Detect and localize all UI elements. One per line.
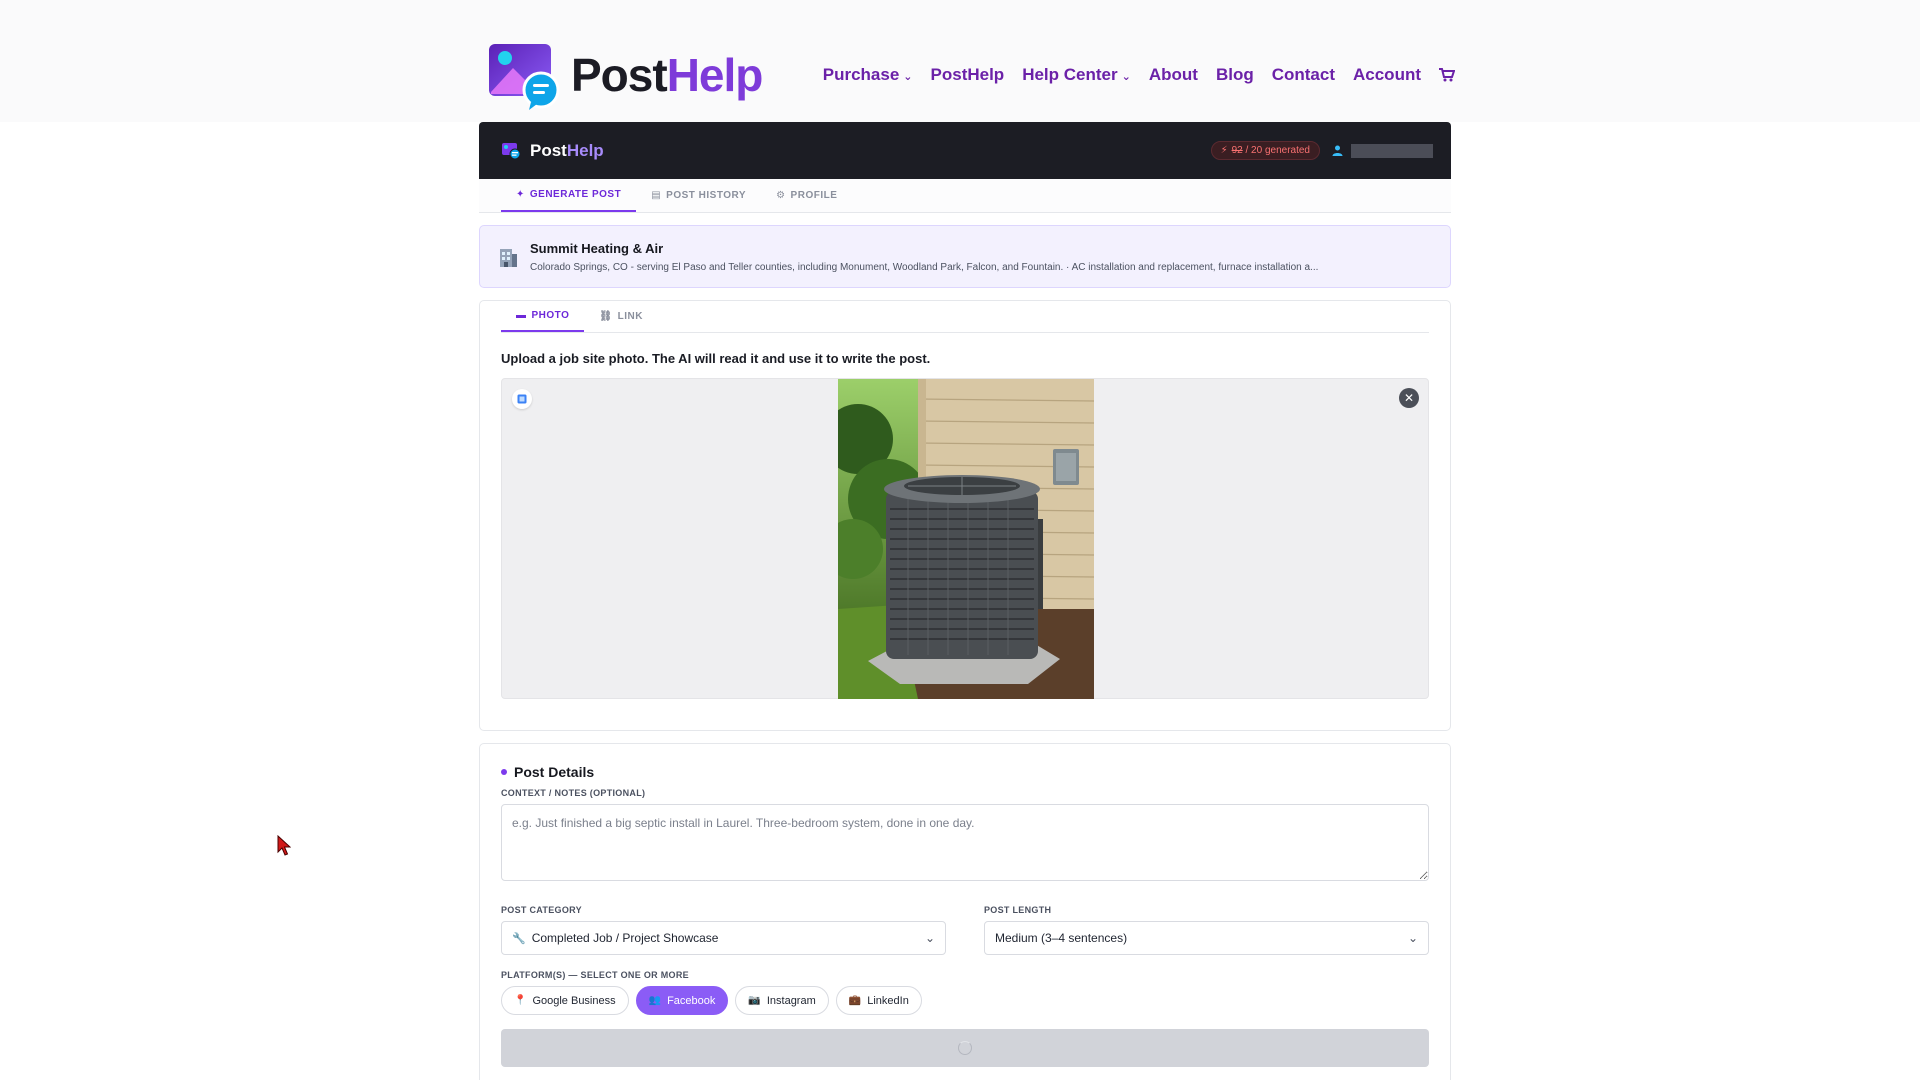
nav-blog[interactable]: Blog <box>1216 65 1254 85</box>
platform-instagram[interactable]: 📷 Instagram <box>735 986 829 1015</box>
bullet-dot-icon <box>501 769 507 775</box>
user-menu[interactable] <box>1332 143 1433 158</box>
nav-contact[interactable]: Contact <box>1272 65 1335 85</box>
tab-post-history[interactable]: ▤ Post History <box>636 179 761 212</box>
briefcase-icon: 💼 <box>848 995 862 1006</box>
context-notes-input[interactable] <box>501 804 1429 881</box>
user-name-redacted <box>1351 143 1433 158</box>
post-length-label: Post Length <box>984 905 1052 915</box>
building-icon <box>500 248 517 267</box>
chevron-down-icon: ⌄ <box>924 931 935 945</box>
platform-chips: 📍 Google Business 👥 Facebook 📷 Instagram 💼 L… <box>501 986 1429 1015</box>
business-name: Summit Heating & Air <box>530 240 664 256</box>
cart-icon[interactable] <box>1439 68 1455 82</box>
app-brand: PostHelp <box>501 141 604 161</box>
site-logo[interactable]: PostHelp <box>483 38 763 112</box>
nav-purchase[interactable]: Purchase ⌄ <box>823 65 913 85</box>
wrench-icon: 🔧 <box>512 932 526 945</box>
document-icon: ▤ <box>651 190 662 201</box>
nav-help-center[interactable]: Help Center ⌄ <box>1022 65 1131 85</box>
camera-icon: ▬ <box>516 310 527 321</box>
post-details-title: Post Details <box>501 764 1429 780</box>
app-tabs: ✦ Generate Post ▤ Post History ⚙ Profile <box>479 179 1451 213</box>
bolt-icon: ⚡ <box>1220 145 1228 156</box>
post-length-select[interactable]: Medium (3–4 sentences) ⌄ <box>984 921 1429 955</box>
tab-photo[interactable]: ▬ Photo <box>501 301 585 332</box>
platform-facebook[interactable]: 👥 Facebook <box>635 986 729 1015</box>
posthelp-app: PostHelp ⚡ 92 / 20 generated ✦ Generate P… <box>479 122 1451 1080</box>
photo-upload-area[interactable]: ✕ <box>501 378 1429 699</box>
chevron-down-icon: ⌄ <box>1121 70 1131 83</box>
main-nav: Purchase ⌄ PostHelp Help Center ⌄ About Bl… <box>823 65 1455 85</box>
app-bar: PostHelp ⚡ 92 / 20 generated <box>479 122 1451 179</box>
site-header: PostHelp Purchase ⌄ PostHelp Help Center ⌄… <box>483 30 1455 120</box>
ac-unit-photo <box>838 379 1094 699</box>
source-panel: ▬ Photo ⛓ Link Upload a job site photo. Th… <box>479 300 1451 731</box>
platform-google-business[interactable]: 📍 Google Business <box>501 986 629 1015</box>
tab-link[interactable]: ⛓ Link <box>584 301 658 332</box>
generate-post-button[interactable] <box>501 1029 1429 1067</box>
link-icon: ⛓ <box>599 311 613 322</box>
post-category-select[interactable]: 🔧 Completed Job / Project Showcase ⌄ <box>501 921 946 955</box>
post-details-panel: Post Details Context / Notes (optional) … <box>479 743 1451 1080</box>
tab-generate-post[interactable]: ✦ Generate Post <box>501 179 637 212</box>
nav-posthelp[interactable]: PostHelp <box>931 65 1005 85</box>
business-description: Colorado Springs, CO - serving El Paso a… <box>530 261 1319 273</box>
mouse-cursor-icon <box>277 835 291 856</box>
camera-icon: 📷 <box>748 995 761 1006</box>
business-profile-card: Summit Heating & Air Colorado Springs, C… <box>479 225 1451 288</box>
usage-badge: ⚡ 92 / 20 generated <box>1210 141 1320 160</box>
map-pin-icon: 📍 <box>514 995 527 1006</box>
notes-label: Context / Notes (optional) <box>501 788 646 798</box>
uploaded-photo <box>838 379 1094 699</box>
source-tabs: ▬ Photo ⛓ Link <box>501 301 1429 333</box>
post-category-label: Post Category <box>501 905 582 915</box>
image-icon <box>512 389 532 409</box>
chevron-down-icon: ⌄ <box>1407 931 1418 945</box>
user-icon <box>1332 145 1343 156</box>
nav-about[interactable]: About <box>1149 65 1198 85</box>
tab-profile[interactable]: ⚙ Profile <box>761 179 852 212</box>
people-icon: 👥 <box>648 995 662 1006</box>
logo-icon <box>489 44 560 110</box>
logo-icon <box>502 142 521 159</box>
nav-account[interactable]: Account <box>1353 65 1421 85</box>
remove-photo-button[interactable]: ✕ <box>1399 388 1419 408</box>
brand-wordmark: PostHelp <box>571 49 763 101</box>
chevron-down-icon: ⌄ <box>903 70 913 83</box>
platform-linkedin[interactable]: 💼 LinkedIn <box>835 986 922 1015</box>
loading-spinner-icon <box>958 1041 972 1055</box>
photo-instructions: Upload a job site photo. The AI will rea… <box>501 351 931 366</box>
platforms-label: Platform(s) — select one or more <box>501 970 689 980</box>
sparkle-icon: ✦ <box>516 189 525 200</box>
gear-icon: ⚙ <box>776 190 786 201</box>
